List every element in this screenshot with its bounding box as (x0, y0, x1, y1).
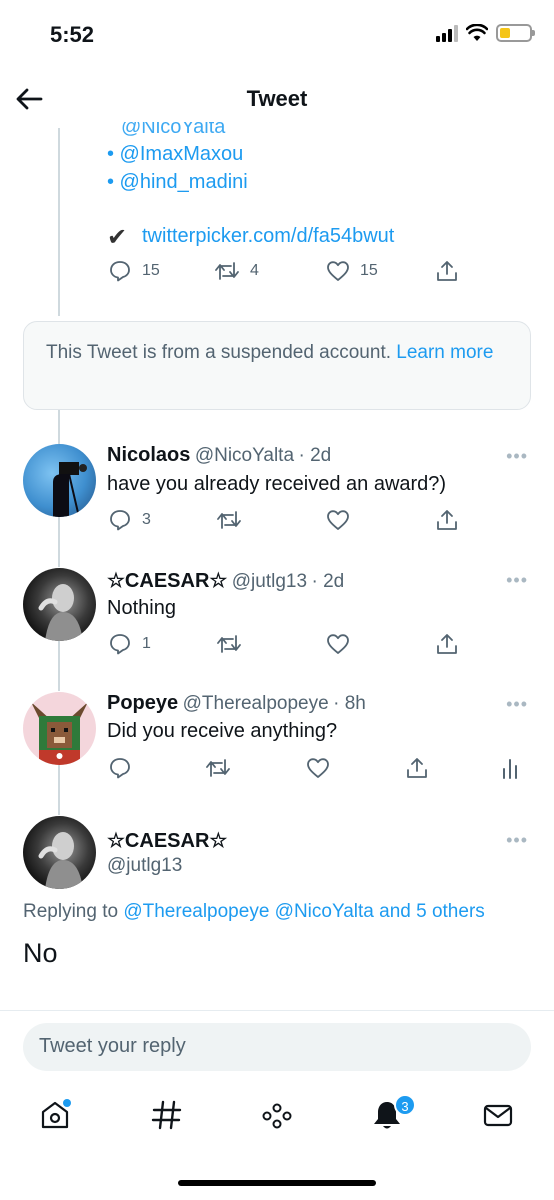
spaces-icon[interactable] (260, 1098, 294, 1132)
avatar[interactable] (23, 444, 96, 517)
reply-header: ☆CAESAR☆ @jutlg13 · 2d (107, 568, 344, 593)
more-options-icon[interactable]: ••• (506, 570, 528, 591)
home-indicator (178, 1180, 376, 1186)
explore-icon[interactable] (150, 1098, 184, 1132)
mention-link[interactable]: • @ImaxMaxou (107, 143, 243, 166)
share-icon[interactable] (435, 259, 459, 283)
thread-line (58, 765, 60, 815)
share-icon[interactable] (405, 756, 429, 780)
tweet-time: · 2d (298, 445, 332, 466)
tweet-text: No (23, 938, 58, 968)
replying-label: Replying to (23, 901, 119, 922)
display-name[interactable]: Nicolaos (107, 444, 190, 466)
tweet-time: · 2d (311, 571, 345, 592)
home-icon[interactable] (38, 1098, 72, 1132)
display-name[interactable]: ☆CAESAR☆ (107, 570, 227, 592)
retweet-icon[interactable] (216, 632, 242, 656)
reply-button[interactable]: 3 (108, 508, 151, 532)
share-icon[interactable] (435, 632, 459, 656)
suspended-notice: This Tweet is from a suspended account. … (23, 321, 531, 410)
reply-input[interactable]: Tweet your reply (23, 1023, 531, 1071)
replying-mentions[interactable]: @Therealpopeye @NicoYalta and 5 others (123, 901, 484, 922)
reply-icon[interactable] (108, 756, 132, 780)
reply-count: 1 (142, 635, 151, 652)
tweet-time: · 8h (333, 693, 366, 714)
share-icon[interactable] (435, 508, 459, 532)
heart-icon[interactable] (306, 756, 330, 780)
thread-line (58, 128, 60, 316)
avatar[interactable] (23, 816, 96, 889)
user-handle[interactable]: @Therealpopeye (183, 693, 329, 714)
reply-icon (110, 261, 130, 282)
like-count: 15 (360, 262, 378, 279)
wifi-icon (466, 24, 488, 41)
signal-icon (436, 24, 458, 42)
avatar[interactable] (23, 692, 96, 765)
retweet-count: 4 (250, 262, 259, 279)
more-options-icon[interactable]: ••• (506, 830, 528, 851)
retweet-button[interactable]: 4 (214, 259, 259, 283)
retweet-icon[interactable] (205, 756, 231, 780)
notice-text: This Tweet is from a suspended account. (46, 342, 391, 363)
heart-icon (327, 261, 349, 281)
mention-link[interactable]: • @hind_madini (107, 171, 248, 194)
partial-mention[interactable]: @NicoYalta (121, 122, 225, 139)
messages-icon[interactable] (481, 1098, 515, 1132)
status-time: 5:52 (50, 22, 95, 47)
thread-line (58, 641, 60, 691)
check-icon: ✔ (107, 224, 128, 251)
heart-icon[interactable] (326, 632, 350, 656)
reply-header: Nicolaos @NicoYalta · 2d (107, 444, 331, 467)
tweet-text: have you already received an award?) (107, 473, 447, 495)
reply-header: Popeye @Therealpopeye · 8h (107, 692, 366, 715)
heart-icon[interactable] (326, 508, 350, 532)
reply-count: 15 (142, 262, 160, 279)
replying-to: Replying to @Therealpopeye @NicoYalta an… (23, 901, 485, 923)
user-handle[interactable]: @NicoYalta (195, 445, 294, 466)
tweet-text: Nothing (107, 597, 176, 619)
avatar[interactable] (23, 568, 96, 641)
learn-more-link[interactable]: Learn more (396, 342, 493, 363)
thread-line (58, 517, 60, 567)
reply-icon (110, 510, 130, 531)
display-name[interactable]: Popeye (107, 692, 178, 714)
user-handle[interactable]: @jutlg13 (232, 571, 307, 592)
tweet-text: Did you receive anything? (107, 720, 338, 742)
user-handle[interactable]: @jutlg13 (107, 855, 182, 877)
more-options-icon[interactable]: ••• (506, 446, 528, 467)
reply-count: 3 (142, 511, 151, 528)
retweet-icon[interactable] (216, 508, 242, 532)
retweet-icon (215, 262, 239, 280)
display-name[interactable]: ☆CAESAR☆ (107, 828, 227, 853)
like-button[interactable]: 15 (326, 259, 378, 283)
reply-button[interactable]: 1 (108, 632, 151, 656)
notification-badge: 3 (394, 1094, 416, 1116)
more-options-icon[interactable]: ••• (506, 694, 528, 715)
external-link[interactable]: twitterpicker.com/d/fa54bwut (142, 225, 394, 248)
reply-icon (110, 634, 130, 655)
thread-line (58, 410, 60, 444)
battery-icon (496, 24, 535, 42)
page-title: Tweet (246, 86, 308, 111)
status-icons (436, 24, 535, 42)
analytics-icon[interactable] (498, 756, 522, 780)
reply-button[interactable]: 15 (108, 259, 160, 283)
